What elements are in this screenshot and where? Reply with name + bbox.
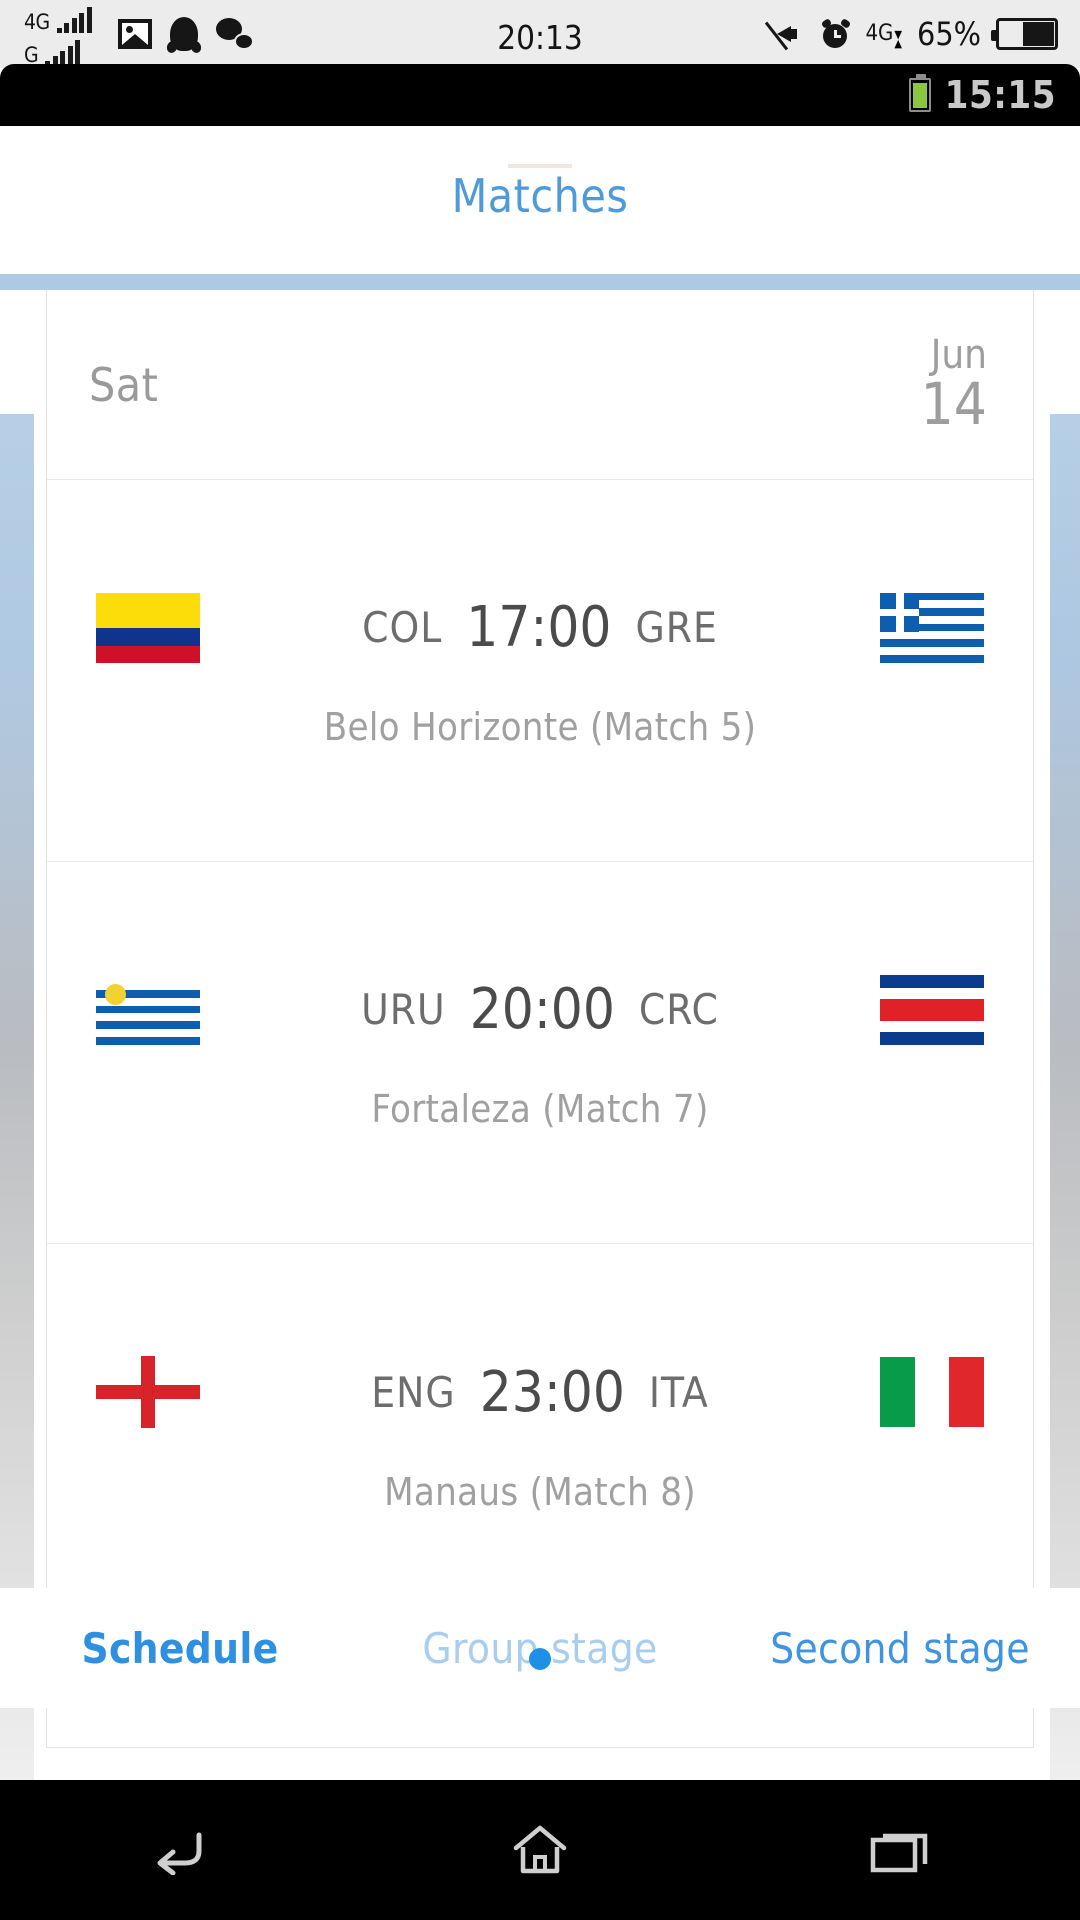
- match-score-line: COL 17:00 GRE: [213, 595, 867, 660]
- match-score-line: ENG 23:00 ITA: [213, 1360, 867, 1425]
- home-flag: [83, 1356, 213, 1428]
- tab-second-stage[interactable]: Second stage: [720, 1624, 1080, 1673]
- status-bar-right: 4G ▼ ▲ 65%: [765, 0, 1058, 68]
- home-team-code: COL: [362, 603, 443, 652]
- date-weekday: Sat: [89, 357, 159, 412]
- data-network-label: 4G: [865, 21, 894, 46]
- date-header: Sat Jun 14: [47, 290, 1033, 480]
- uruguay-flag-icon: [96, 974, 200, 1045]
- match-main-line: URU 20:00 CRC: [47, 974, 1033, 1045]
- app-clock: 15:15: [944, 73, 1056, 117]
- data-arrows-icon: ▼ ▲: [894, 27, 903, 50]
- match-row[interactable]: ENG 23:00 ITA Manaus (Match 8): [47, 1244, 1033, 1626]
- away-flag: [867, 1357, 997, 1427]
- match-venue: Belo Horizonte (Match 5): [323, 704, 757, 749]
- match-venue: Fortaleza (Match 7): [371, 1086, 709, 1131]
- page-title: Matches: [451, 169, 629, 223]
- match-venue: Manaus (Match 8): [384, 1470, 696, 1514]
- app-status-bar: 15:15: [0, 64, 1080, 126]
- away-team-code: CRC: [638, 985, 719, 1034]
- kickoff-time: 17:00: [466, 595, 612, 660]
- mute-icon: [765, 21, 807, 51]
- mobile-data-4g-icon: 4G ▼ ▲: [865, 17, 902, 51]
- recent-apps-icon[interactable]: [869, 1826, 931, 1874]
- away-team-code: GRE: [635, 603, 718, 652]
- back-icon[interactable]: [149, 1825, 211, 1875]
- away-flag: [867, 592, 997, 663]
- match-row[interactable]: URU 20:00 CRC Fortaleza (Match 7): [47, 862, 1033, 1244]
- date-month-day: Jun 14: [920, 331, 987, 439]
- costa-rica-flag-icon: [880, 974, 984, 1045]
- phone-screen: 4G G 20:13 4G ▼ ▲ 65% 15:15 Matches Sat …: [0, 0, 1080, 1920]
- app-battery-icon: [908, 74, 931, 112]
- england-flag-icon: [96, 1356, 200, 1428]
- away-flag: [867, 974, 997, 1045]
- schedule-list-frame: Sat Jun 14 COL 17:00 GRE Belo Horizonte …: [0, 274, 1080, 1784]
- kickoff-time: 23:00: [479, 1359, 625, 1425]
- match-main-line: COL 17:00 GRE: [47, 592, 1033, 663]
- alarm-icon: [821, 18, 852, 48]
- battery-icon: [991, 18, 1058, 50]
- left-scroll-rail: [0, 414, 34, 1784]
- home-team-code: URU: [361, 985, 446, 1034]
- home-flag: [83, 592, 213, 663]
- home-flag: [83, 974, 213, 1045]
- match-main-line: ENG 23:00 ITA: [47, 1356, 1033, 1428]
- date-month: Jun: [930, 331, 987, 378]
- title-decoration: [508, 164, 572, 168]
- colombia-flag-icon: [96, 592, 200, 663]
- greece-flag-icon: [880, 592, 984, 663]
- schedule-card: Sat Jun 14 COL 17:00 GRE Belo Horizonte …: [46, 290, 1034, 1748]
- home-icon[interactable]: [510, 1823, 570, 1877]
- app-content: Matches Sat Jun 14 COL 17:00 GRE Belo Ho…: [0, 126, 1080, 1784]
- system-status-bar: 4G G 20:13 4G ▼ ▲ 65%: [0, 0, 1080, 68]
- android-nav-bar: [0, 1780, 1080, 1920]
- page-indicator-dot: [529, 1648, 551, 1670]
- kickoff-time: 20:00: [469, 977, 615, 1042]
- bottom-tab-bar: Schedule Group stage Second stage: [0, 1588, 1080, 1708]
- page-header: Matches: [0, 126, 1080, 266]
- match-score-line: URU 20:00 CRC: [213, 977, 867, 1042]
- top-accent-band: [0, 274, 1080, 290]
- date-day-number: 14: [920, 370, 987, 439]
- tab-schedule[interactable]: Schedule: [0, 1624, 360, 1673]
- home-team-code: ENG: [371, 1367, 456, 1417]
- italy-flag-icon: [880, 1357, 984, 1427]
- right-scroll-rail[interactable]: [1050, 414, 1080, 1784]
- away-team-code: ITA: [648, 1367, 709, 1417]
- match-row[interactable]: COL 17:00 GRE Belo Horizonte (Match 5): [47, 480, 1033, 862]
- battery-percent-label: 65%: [917, 15, 981, 53]
